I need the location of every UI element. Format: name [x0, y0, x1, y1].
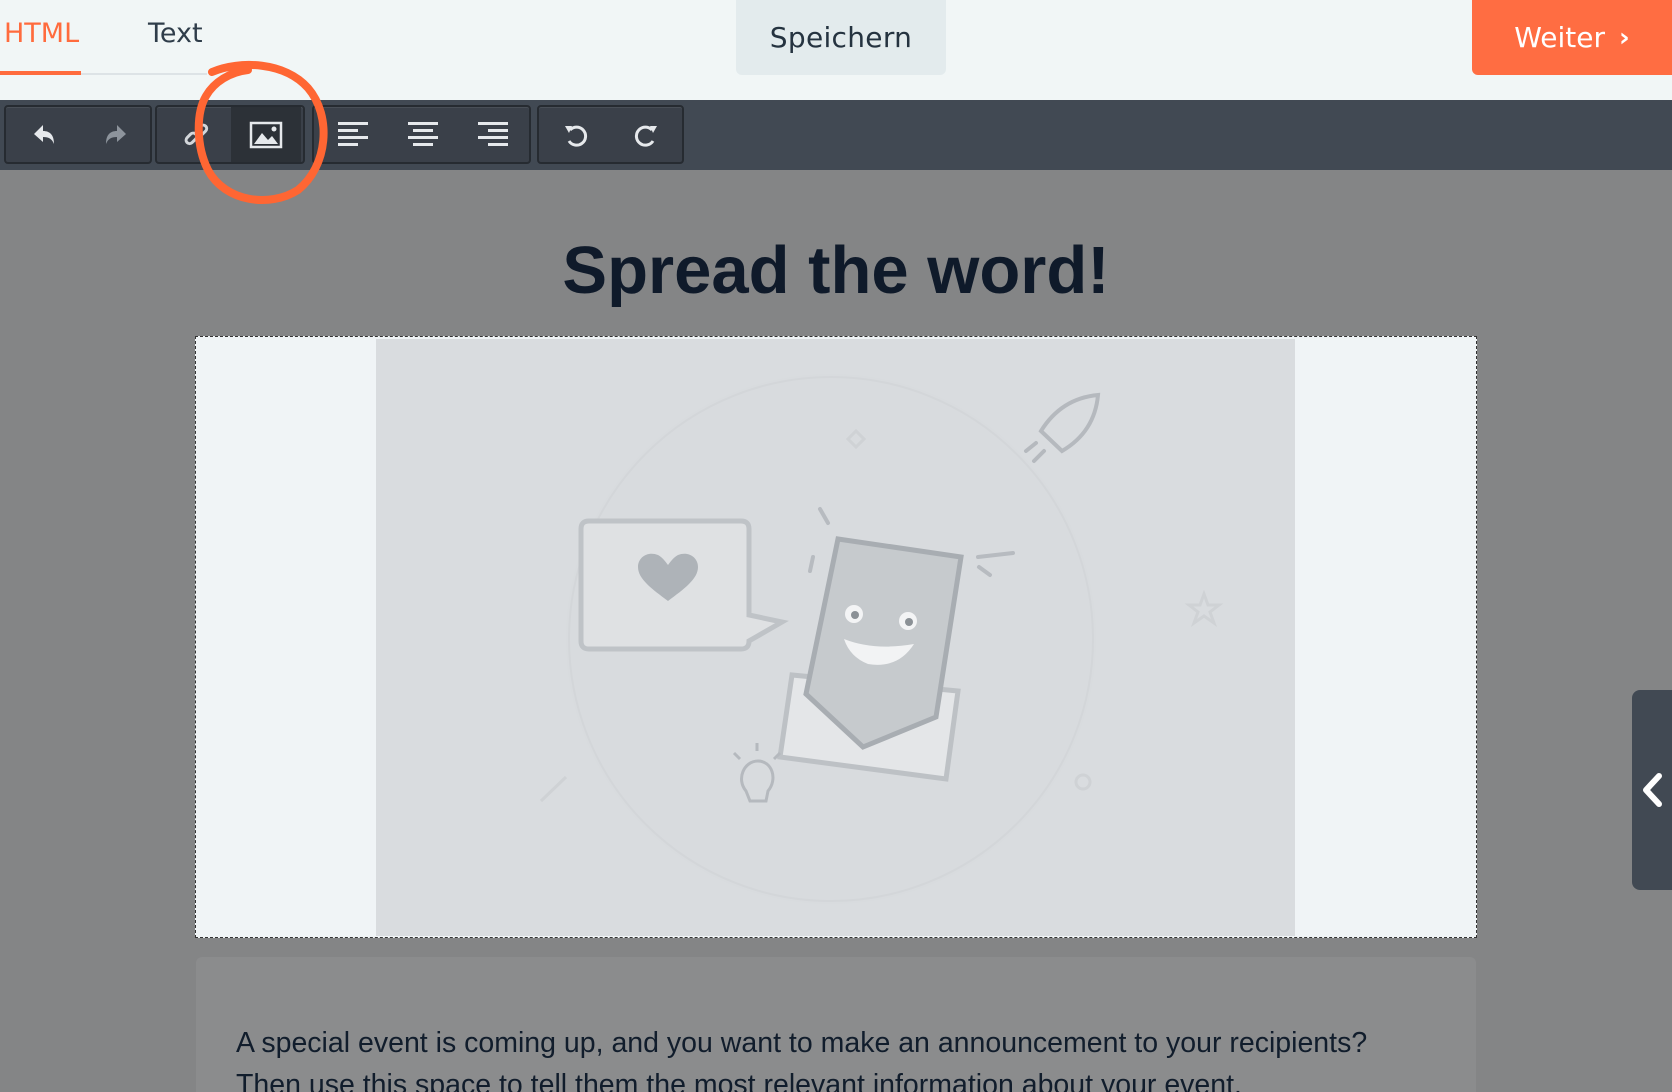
redo-button[interactable] [611, 107, 681, 162]
save-button[interactable]: Speichern [736, 0, 946, 75]
align-center-button[interactable] [388, 107, 458, 162]
undo-arrow-icon [34, 124, 54, 144]
body-text-line-2: Then use this space to tell them the mos… [236, 1069, 1242, 1092]
text-block[interactable]: A special event is coming up, and you wa… [196, 957, 1476, 1092]
undo-button[interactable] [541, 107, 611, 162]
redo-arrow-icon [106, 124, 126, 144]
chevron-right-icon: › [1619, 22, 1630, 53]
side-panel-toggle[interactable] [1632, 690, 1672, 890]
edit-history-group [537, 105, 684, 164]
undo-icon [565, 125, 588, 147]
align-right-button[interactable] [458, 107, 528, 162]
top-bar: HTML Text Speichern Weiter › [0, 0, 1672, 100]
align-center-icon [408, 121, 438, 146]
link-button[interactable] [161, 107, 231, 162]
next-button-label: Weiter [1514, 21, 1606, 54]
image-placeholder [376, 339, 1295, 936]
announcement-illustration [539, 374, 1224, 904]
image-block[interactable] [195, 336, 1477, 938]
insert-image-button[interactable] [231, 107, 301, 162]
align-left-button[interactable] [318, 107, 388, 162]
tab-divider [81, 73, 207, 75]
insert-group [155, 105, 305, 164]
image-icon [249, 121, 283, 148]
body-text-line-1: A special event is coming up, and you wa… [236, 1027, 1368, 1059]
tab-text[interactable]: Text [148, 18, 203, 49]
editor-toolbar [0, 100, 1672, 170]
headline[interactable]: Spread the word! [0, 232, 1672, 309]
history-group [4, 105, 152, 164]
align-right-icon [478, 121, 508, 146]
undo-arrow-button[interactable] [10, 107, 80, 162]
tab-html[interactable]: HTML [4, 18, 79, 49]
next-button[interactable]: Weiter › [1472, 0, 1672, 75]
link-icon [184, 123, 209, 145]
align-left-icon [338, 121, 368, 146]
align-group [312, 105, 531, 164]
redo-arrow-button[interactable] [80, 107, 150, 162]
chevron-left-icon [1643, 773, 1662, 807]
redo-icon [634, 125, 657, 147]
active-tab-indicator [0, 71, 81, 75]
